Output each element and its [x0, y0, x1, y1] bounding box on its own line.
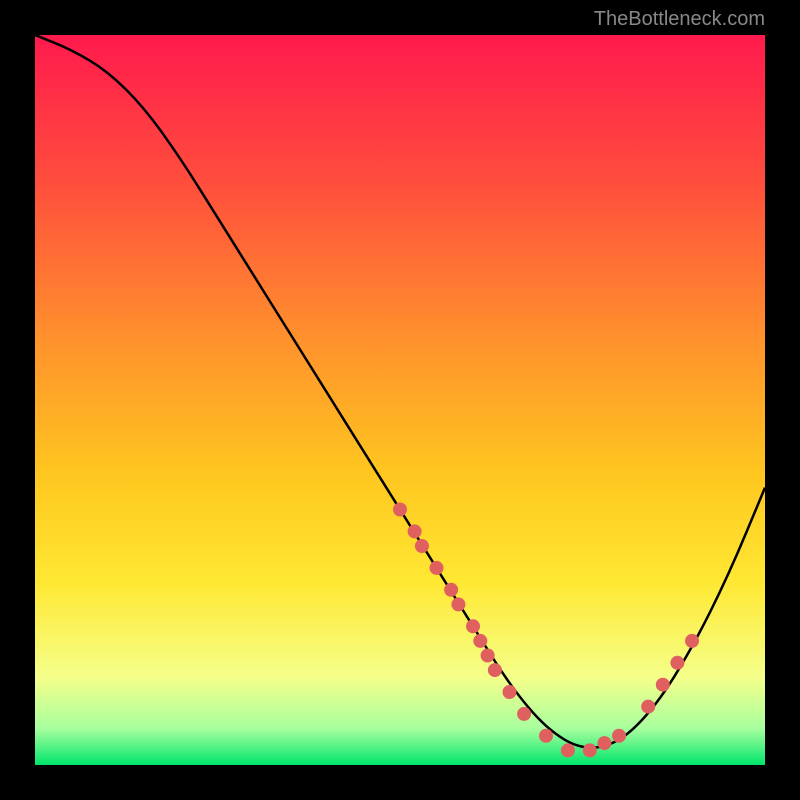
bottleneck-curve — [35, 35, 765, 748]
curve-overlay — [35, 35, 765, 765]
data-marker — [641, 700, 655, 714]
data-marker — [539, 729, 553, 743]
data-marker — [612, 729, 626, 743]
data-marker — [597, 736, 611, 750]
data-marker — [481, 649, 495, 663]
data-marker — [583, 743, 597, 757]
data-marker — [466, 619, 480, 633]
data-marker — [408, 524, 422, 538]
chart-plot-area — [35, 35, 765, 765]
watermark-text: TheBottleneck.com — [594, 8, 765, 31]
data-marker — [517, 707, 531, 721]
data-marker — [488, 663, 502, 677]
data-marker — [656, 678, 670, 692]
data-marker — [561, 743, 575, 757]
data-marker — [503, 685, 517, 699]
data-markers — [393, 503, 699, 758]
data-marker — [444, 583, 458, 597]
data-marker — [451, 597, 465, 611]
data-marker — [415, 539, 429, 553]
data-marker — [393, 503, 407, 517]
data-marker — [685, 634, 699, 648]
data-marker — [473, 634, 487, 648]
data-marker — [430, 561, 444, 575]
data-marker — [670, 656, 684, 670]
